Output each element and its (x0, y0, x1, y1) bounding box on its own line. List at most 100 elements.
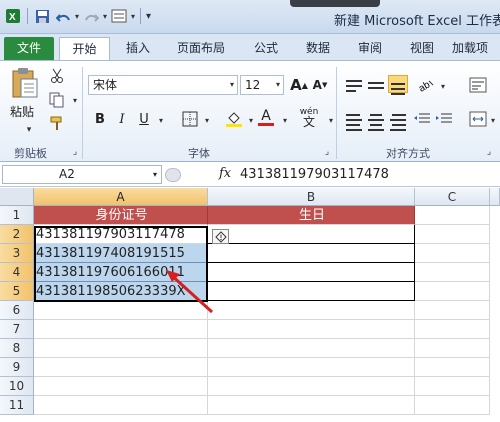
align-center-icon[interactable] (366, 111, 386, 131)
customize-qat-icon[interactable]: ▾ (146, 11, 151, 22)
empty-cell[interactable] (415, 339, 490, 358)
empty-cell[interactable] (208, 320, 415, 339)
cell-a1[interactable]: 身份证号 (34, 206, 208, 225)
cell-c5[interactable] (415, 282, 490, 301)
font-size-combo[interactable]: 12 ▾ (240, 75, 284, 95)
grow-font-button[interactable]: A ▲ (289, 75, 309, 95)
paste-icon[interactable] (10, 67, 38, 98)
paste-dropdown-icon[interactable]: ▾ (20, 121, 38, 139)
formula-input[interactable]: 431381197903117478 (240, 163, 389, 187)
cut-icon[interactable] (48, 67, 66, 85)
row-header-11[interactable]: 11 (0, 396, 34, 415)
align-top-icon[interactable] (344, 77, 364, 95)
tab-addins[interactable]: 加载项 (452, 37, 500, 60)
empty-cell[interactable] (34, 377, 208, 396)
align-bottom-icon[interactable] (388, 75, 408, 95)
column-header-a[interactable]: A (34, 188, 208, 206)
tab-page-layout[interactable]: 页面布局 (168, 37, 234, 60)
row-header-5[interactable]: 5 (0, 282, 34, 301)
column-header-d[interactable] (490, 188, 500, 206)
merge-dropdown-icon[interactable]: ▾ (484, 111, 500, 129)
format-painter-icon[interactable] (48, 115, 66, 133)
empty-cell[interactable] (34, 320, 208, 339)
shrink-font-button[interactable]: A ▼ (310, 75, 330, 95)
underline-button[interactable]: U (134, 109, 154, 129)
cell-b1[interactable]: 生日 (208, 206, 415, 225)
row-header-6[interactable]: 6 (0, 301, 34, 320)
excel-logo-icon[interactable]: X (4, 7, 22, 25)
alignment-launcher-icon[interactable]: ⌟ (480, 143, 498, 161)
wrap-text-icon[interactable] (468, 75, 488, 95)
row-header-1[interactable]: 1 (0, 206, 34, 225)
row-header-4[interactable]: 4 (0, 263, 34, 282)
font-color-button[interactable]: A (256, 107, 276, 127)
phonetic-guide-button[interactable]: wén 文 (296, 107, 322, 128)
redo-icon[interactable] (82, 7, 100, 25)
row-header-3[interactable]: 3 (0, 244, 34, 263)
select-all-button[interactable] (0, 188, 34, 206)
orientation-icon[interactable]: ab (416, 75, 436, 95)
tab-review[interactable]: 审阅 (348, 37, 392, 60)
cell-b2[interactable] (208, 225, 415, 244)
cell-c3[interactable] (415, 244, 490, 263)
font-launcher-icon[interactable]: ⌟ (318, 143, 336, 161)
paste-button[interactable]: 粘贴 (10, 103, 34, 120)
tab-home[interactable]: 开始 (59, 37, 110, 60)
form-icon[interactable] (110, 7, 128, 25)
empty-cell[interactable] (208, 339, 415, 358)
cell-b3[interactable] (208, 244, 415, 263)
undo-icon[interactable] (54, 7, 72, 25)
phonetic-dropdown-icon[interactable]: ▾ (322, 111, 340, 129)
empty-cell[interactable] (208, 377, 415, 396)
underline-dropdown-icon[interactable]: ▾ (152, 111, 170, 129)
increase-indent-icon[interactable] (434, 109, 454, 129)
borders-dropdown-icon[interactable]: ▾ (198, 111, 216, 129)
name-box-dropdown-icon[interactable]: ▾ (153, 166, 157, 183)
cell-b5[interactable] (208, 282, 415, 301)
empty-cell[interactable] (34, 339, 208, 358)
undo-dropdown-icon[interactable]: ▾ (75, 12, 79, 21)
font-color-dropdown-icon[interactable]: ▾ (276, 111, 294, 129)
empty-cell[interactable] (415, 320, 490, 339)
cell-a3[interactable]: 431381197408191515 (34, 244, 208, 263)
empty-cell[interactable] (34, 358, 208, 377)
redo-dropdown-icon[interactable]: ▾ (103, 12, 107, 21)
formula-bar-handle[interactable] (165, 168, 181, 182)
empty-cell[interactable] (415, 358, 490, 377)
empty-cell[interactable] (208, 358, 415, 377)
tab-formulas[interactable]: 公式 (244, 37, 288, 60)
cell-c1[interactable] (415, 206, 490, 225)
fill-color-icon[interactable] (224, 109, 244, 129)
empty-cell[interactable] (208, 301, 415, 320)
align-middle-icon[interactable] (366, 77, 386, 95)
column-header-b[interactable]: B (208, 188, 415, 206)
empty-cell[interactable] (415, 396, 490, 415)
form-dropdown-icon[interactable]: ▾ (131, 12, 135, 21)
font-name-combo[interactable]: 宋体 ▾ (88, 75, 238, 95)
orientation-dropdown-icon[interactable]: ▾ (434, 77, 452, 95)
bold-button[interactable]: B (90, 109, 110, 129)
row-header-2[interactable]: 2 (0, 225, 34, 244)
save-icon[interactable] (33, 7, 51, 25)
tab-file[interactable]: 文件 (4, 37, 54, 60)
copy-icon[interactable] (48, 91, 66, 109)
row-header-9[interactable]: 9 (0, 358, 34, 377)
column-header-c[interactable]: C (415, 188, 490, 206)
tab-insert[interactable]: 插入 (116, 37, 160, 60)
name-box[interactable]: A2 ▾ (2, 165, 162, 184)
empty-cell[interactable] (415, 377, 490, 396)
cell-c4[interactable] (415, 263, 490, 282)
tab-view[interactable]: 视图 (400, 37, 444, 60)
cell-c2[interactable] (415, 225, 490, 244)
decrease-indent-icon[interactable] (412, 109, 432, 129)
cell-a2[interactable]: 431381197903117478 (34, 225, 208, 244)
cell-b4[interactable] (208, 263, 415, 282)
row-header-7[interactable]: 7 (0, 320, 34, 339)
align-right-icon[interactable] (388, 111, 408, 131)
row-header-10[interactable]: 10 (0, 377, 34, 396)
insert-function-button[interactable]: fx (219, 166, 231, 181)
empty-cell[interactable] (208, 396, 415, 415)
italic-button[interactable]: I (112, 109, 132, 129)
error-check-smart-tag-icon[interactable] (212, 229, 229, 244)
empty-cell[interactable] (34, 396, 208, 415)
